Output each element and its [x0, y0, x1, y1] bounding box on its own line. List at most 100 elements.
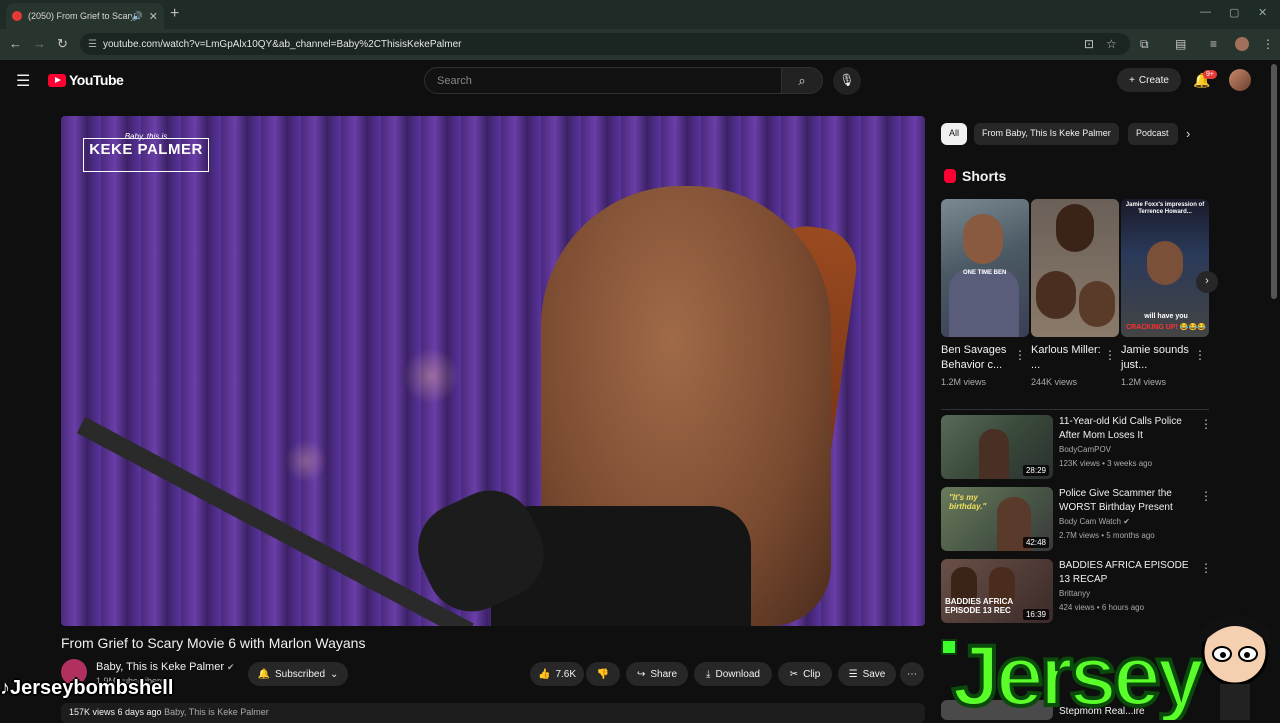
new-tab-button[interactable]: + [170, 5, 179, 23]
short-thumbnail[interactable]: ONE TIME BEN [941, 199, 1029, 337]
extensions-icon[interactable]: ⧉ [1140, 37, 1149, 52]
clip-button[interactable]: ✂ Clip [778, 662, 832, 686]
subscribed-button[interactable]: 🔔 Subscribed ⌄ [248, 662, 348, 686]
voice-search-button[interactable]: 🎙 [833, 67, 861, 95]
share-icon: ↪ [636, 668, 646, 680]
back-icon[interactable]: ← [9, 36, 22, 51]
short-thumb-caption: ONE TIME BEN [963, 270, 1007, 276]
account-avatar[interactable] [1229, 69, 1251, 91]
profile-avatar[interactable] [1235, 37, 1249, 51]
create-button[interactable]: + Create [1117, 68, 1181, 92]
url-text: youtube.com/watch?v=LmGpAlx10QY&ab_chann… [102, 38, 462, 50]
video-title: From Grief to Scary Movie 6 with Marlon … [61, 635, 366, 651]
short-thumb-caption: CRACKING UP! 😂😂😂 [1126, 324, 1206, 331]
views-date: 157K views 6 days ago [69, 707, 162, 717]
install-app-icon[interactable]: ⊡ [1084, 37, 1094, 51]
video-title[interactable]: BADDIES AFRICA EPISODE 13 RECAP [1059, 559, 1189, 587]
media-controls-icon[interactable]: ≡ [1210, 37, 1217, 51]
description-box[interactable]: 157K views 6 days ago Baby, This is Keke… [61, 703, 925, 723]
more-vertical-icon[interactable]: ⋮ [1200, 417, 1212, 431]
speaker-icon[interactable]: 🔊 [132, 11, 143, 22]
short-thumb-body [949, 269, 1019, 337]
sticker-text: Jersey [952, 628, 1205, 720]
short-thumbnail[interactable] [1031, 199, 1119, 337]
video-thumbnail[interactable]: 28:29 [941, 415, 1053, 479]
video-meta: 123K views • 3 weeks ago [1059, 459, 1153, 468]
search-button[interactable]: ⌕ [781, 67, 823, 94]
thumb-figure [979, 429, 1009, 479]
description-tag: Baby, This is Keke Palmer [164, 707, 269, 717]
short-thumb-face [1147, 241, 1183, 285]
chip-podcast[interactable]: Podcast [1128, 123, 1178, 145]
download-icon: ⤓ [706, 668, 711, 680]
short-views: 244K views [1031, 377, 1078, 387]
reload-icon[interactable]: ↻ [57, 36, 68, 52]
short-thumbnail[interactable]: Jamie Foxx's impression of Terrence Howa… [1121, 199, 1209, 337]
browser-menu-icon[interactable]: ⋮ [1262, 37, 1274, 51]
address-bar[interactable]: ☰ youtube.com/watch?v=LmGpAlx10QY&ab_cha… [80, 33, 1130, 55]
video-thumbnail[interactable]: "It's my birthday." 42:48 [941, 487, 1053, 551]
video-player[interactable]: Baby, this is KEKE PALMER [61, 116, 925, 626]
save-button[interactable]: ☰ Save [838, 662, 896, 686]
chevron-right-icon[interactable]: › [1186, 126, 1190, 141]
minimize-icon[interactable]: — [1200, 6, 1211, 18]
search-input[interactable]: Search [424, 67, 782, 94]
short-thumb-face [963, 214, 1003, 264]
youtube-favicon-icon [12, 11, 22, 21]
page-scrollbar[interactable] [1271, 64, 1277, 299]
shorts-icon [944, 169, 956, 183]
jersey-sticker-logo: Jersey [941, 615, 1270, 720]
video-duration: 42:48 [1022, 537, 1049, 548]
youtube-play-icon [48, 73, 66, 87]
more-vertical-icon[interactable]: ⋮ [1104, 348, 1116, 362]
short-title[interactable]: Ben Savages Behavior c... [941, 343, 1011, 373]
video-title[interactable]: Police Give Scammer the WORST Birthday P… [1059, 487, 1189, 515]
browser-tab[interactable]: (2050) From Grief to Scary M 🔊 ✕ [6, 3, 164, 29]
share-button[interactable]: ↪ Share [626, 662, 688, 686]
shorts-next-button[interactable]: › [1196, 271, 1218, 293]
logo-text: YouTube [69, 72, 124, 88]
browser-tab-strip [0, 0, 1280, 29]
more-vertical-icon[interactable]: ⋮ [1200, 561, 1212, 575]
channel-name-text: Body Cam Watch [1059, 517, 1121, 526]
cartoon-pupil [1220, 652, 1226, 658]
channel-name[interactable]: Brittanyy [1059, 589, 1090, 598]
show-logo-overlay: Baby, this is KEKE PALMER [83, 132, 209, 172]
video-title[interactable]: 11-Year-old Kid Calls Police After Mom L… [1059, 415, 1189, 443]
tab-close-icon[interactable]: ✕ [149, 10, 158, 23]
thumbs-up-icon: 👍 [537, 668, 551, 680]
creator-watermark: ♪Jerseybombshell [0, 677, 174, 699]
more-vertical-icon[interactable]: ⋮ [1200, 489, 1212, 503]
download-label: Download [715, 668, 760, 680]
chip-all[interactable]: All [941, 123, 968, 145]
channel-name[interactable]: Baby, This is Keke Palmer ✔ [96, 661, 235, 673]
forward-icon[interactable]: → [33, 36, 46, 51]
site-info-icon[interactable]: ☰ [88, 39, 97, 50]
short-thumb-caption: will have you [1144, 313, 1188, 320]
channel-name[interactable]: Body Cam Watch ✔ [1059, 517, 1130, 526]
verified-icon: ✔ [227, 662, 235, 672]
dislike-button[interactable]: 👎 [586, 662, 620, 686]
shorts-heading: Shorts [962, 168, 1007, 184]
more-vertical-icon[interactable]: ⋮ [1194, 348, 1206, 362]
thumbs-down-icon: 👎 [596, 668, 610, 680]
channel-name[interactable]: BodyCamPOV [1059, 445, 1111, 454]
more-actions-button[interactable]: ⋯ [900, 662, 924, 686]
more-vertical-icon[interactable]: ⋮ [1014, 348, 1026, 362]
like-button[interactable]: 👍 7.6K [530, 662, 584, 686]
show-logo-big-text: KEKE PALMER [89, 141, 203, 158]
save-label: Save [862, 668, 886, 680]
verified-icon: ✔ [1123, 517, 1130, 526]
chip-from-channel[interactable]: From Baby, This Is Keke Palmer [974, 123, 1119, 145]
tab-title: (2050) From Grief to Scary M [28, 11, 132, 21]
download-button[interactable]: ⤓ Download [694, 662, 772, 686]
youtube-logo[interactable]: YouTube [48, 72, 124, 88]
subscribed-label: Subscribed [275, 668, 326, 680]
maximize-icon[interactable]: ▢ [1229, 6, 1239, 19]
side-panel-icon[interactable]: ▤ [1175, 37, 1186, 51]
short-title[interactable]: Jamie sounds just... [1121, 343, 1191, 373]
short-title[interactable]: Karlous Miller: ... [1031, 343, 1101, 373]
guide-menu-icon[interactable]: ☰ [16, 71, 30, 91]
bookmark-star-icon[interactable]: ☆ [1106, 37, 1117, 51]
window-close-icon[interactable]: ✕ [1258, 6, 1267, 19]
